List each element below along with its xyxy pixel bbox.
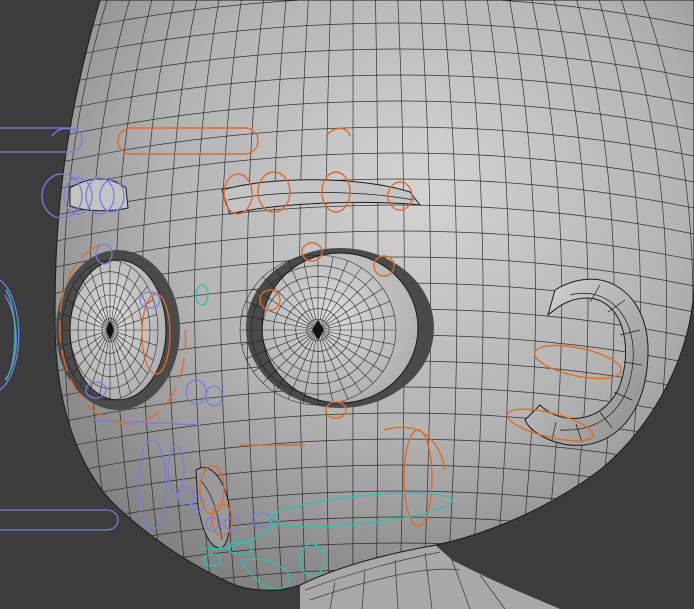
mouth-side-control <box>0 509 119 531</box>
3d-viewport[interactable] <box>0 0 694 609</box>
eye-left-mesh[interactable] <box>56 250 180 410</box>
